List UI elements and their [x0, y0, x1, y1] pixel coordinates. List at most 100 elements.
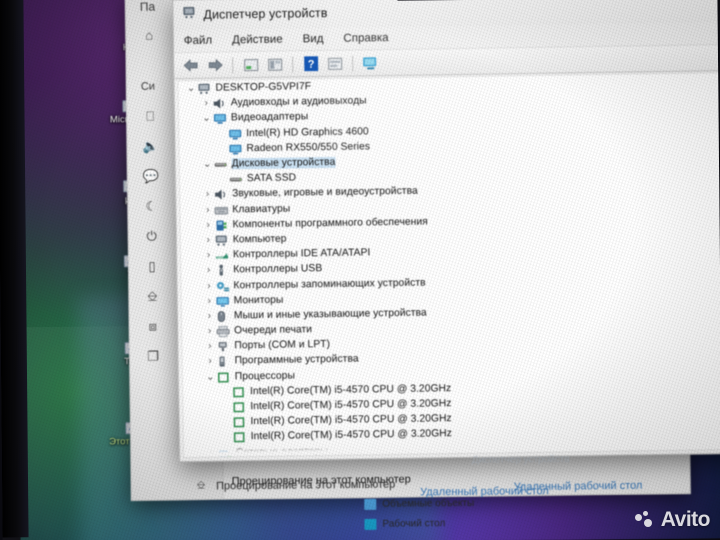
chevron-right-icon[interactable]: ›	[203, 341, 216, 352]
tree-row-label: Компьютер	[232, 233, 287, 246]
projecting-icon: ⎒	[196, 479, 206, 492]
chevron-right-icon[interactable]: ›	[201, 189, 214, 200]
tree-row-label: Аудиовходы и аудиовыходы	[230, 95, 367, 109]
chevron-down-icon[interactable]: ⌄	[184, 83, 197, 94]
chevron-right-icon[interactable]: ›	[202, 280, 215, 291]
battery-icon: ▯	[148, 258, 156, 274]
mouse-icon	[216, 309, 231, 322]
menu-item-view[interactable]: Вид	[303, 33, 324, 45]
tree-row-label: Дисковые устройства	[231, 156, 336, 170]
settings-item-label: Рабочий стол	[382, 518, 446, 530]
device-manager-window[interactable]: Диспетчер устройств Файл Действие Вид Сп…	[172, 0, 720, 463]
device-manager-icon	[181, 5, 196, 25]
tree-row-label: Intel(R) Core(TM) i5-4570 CPU @ 3.20GHz	[250, 428, 453, 443]
computer-icon	[197, 82, 212, 95]
tree-row-label: Intel(R) Core(TM) i5-4570 CPU @ 3.20GHz	[250, 413, 452, 428]
settings-item-desktop[interactable]: Рабочий стол	[364, 518, 445, 530]
software-device-icon	[216, 355, 231, 368]
chevron-down-icon[interactable]: ⌄	[201, 159, 214, 170]
folder-desktop-icon	[364, 518, 377, 530]
scan-hardware-icon[interactable]	[361, 54, 380, 72]
avito-watermark: Avito	[634, 508, 711, 532]
chevron-right-icon[interactable]: ›	[201, 219, 214, 231]
keyboard-icon	[214, 203, 229, 216]
monitor-screen: Корзина Microsoft Edge	[0, 0, 720, 540]
avito-logo-icon	[634, 511, 657, 529]
avito-watermark-text: Avito	[660, 508, 711, 531]
focus-assist-icon: ☾	[145, 198, 158, 214]
menu-item-action[interactable]: Действие	[232, 34, 283, 47]
display-adapter-icon	[228, 127, 243, 140]
processor-icon	[232, 400, 247, 413]
menu-item-file[interactable]: Файл	[184, 35, 212, 47]
tree-row-label: Мониторы	[233, 294, 284, 307]
chevron-right-icon[interactable]: ›	[203, 326, 216, 337]
disk-drive-icon	[214, 157, 229, 170]
sound-icon: 🔈	[142, 138, 159, 154]
update-driver-icon[interactable]	[325, 54, 344, 72]
tree-row-label: Intel(R) HD Graphics 4600	[246, 126, 369, 139]
software-component-icon	[214, 218, 229, 231]
chevron-right-icon[interactable]: ›	[202, 235, 215, 246]
chevron-down-icon[interactable]: ⌄	[200, 113, 213, 124]
menu-item-help[interactable]: Справка	[343, 32, 388, 45]
settings-nav-header: Па	[139, 0, 156, 14]
toolbar-separator	[232, 56, 234, 73]
back-arrow-icon[interactable]	[181, 56, 200, 74]
chevron-down-icon[interactable]: ⌄	[204, 371, 217, 382]
show-hidden-icon[interactable]	[265, 55, 284, 73]
tree-row-label: Порты (COM и LPT)	[234, 339, 331, 352]
settings-projecting-row[interactable]: ⎒ Проецирование на этот компьютер	[192, 478, 396, 493]
processor-icon	[232, 385, 247, 398]
chevron-right-icon[interactable]: ›	[202, 265, 215, 276]
speaker-icon	[213, 97, 228, 110]
chevron-right-icon[interactable]: ›	[201, 204, 214, 215]
multitasking-icon: ⧈	[148, 318, 157, 334]
tree-row-label: Видеоадаптеры	[230, 111, 309, 124]
printer-icon	[216, 325, 231, 338]
tree-row-label: Контроллеры запоминающих устройств	[233, 277, 426, 291]
processor-icon	[232, 415, 247, 428]
forward-arrow-icon[interactable]	[205, 56, 224, 74]
display-adapter-icon	[213, 112, 228, 125]
tree-row-label: Процессоры	[234, 370, 296, 383]
tree-row-label: DESKTOP-G5VPI7F	[215, 81, 312, 94]
chevron-right-icon[interactable]: ›	[204, 356, 217, 367]
home-icon: ⌂	[145, 27, 154, 43]
projecting-icon: ⎒	[147, 288, 158, 304]
display-adapter-icon	[228, 142, 243, 155]
settings-projecting-label: Проецирование на этот компьютер	[216, 478, 396, 492]
settings-remote-desktop-link[interactable]: Удаленный рабочий стол	[420, 485, 549, 498]
chevron-right-icon[interactable]: ›	[203, 311, 216, 322]
port-icon	[216, 340, 231, 353]
usb-controller-icon	[215, 264, 230, 277]
device-tree[interactable]: ⌄ DESKTOP-G5VPI7F › Аудиовходы и аудиовыход…	[177, 72, 720, 459]
processor-icon	[233, 431, 248, 444]
tree-row-label: Звуковые, игровые и видеоустройства	[232, 186, 418, 200]
speaker-icon	[214, 188, 229, 201]
clipboard-icon: ❐	[147, 348, 160, 364]
folder-3d-objects-icon	[364, 498, 377, 510]
help-icon[interactable]: ?	[301, 55, 320, 73]
chevron-right-icon[interactable]: ›	[203, 295, 216, 306]
tree-row-label: Контроллеры IDE ATA/ATAPI	[232, 247, 371, 261]
tree-row-label: Клавиатуры	[232, 203, 291, 215]
processor-icon	[217, 370, 232, 383]
chevron-right-icon[interactable]: ›	[200, 98, 213, 109]
tree-row-label: Intel(R) Core(TM) i5-4570 CPU @ 3.20GHz	[249, 383, 452, 397]
power-icon: ⏻	[146, 228, 157, 244]
tree-row-label: Radeon RX550/550 Series	[246, 141, 371, 155]
toolbar-separator	[292, 55, 294, 72]
chevron-right-icon[interactable]: ›	[202, 250, 215, 261]
monitor-icon	[216, 294, 231, 307]
tree-row-label: Программные устройства	[234, 354, 359, 367]
ide-controller-icon	[215, 249, 230, 262]
tree-row-label: Очереди печати	[234, 324, 313, 337]
settings-item-3d-objects[interactable]: Объемные объекты	[364, 498, 474, 510]
tree-row-label: Intel(R) Core(TM) i5-4570 CPU @ 3.20GHz	[250, 398, 452, 413]
properties-icon[interactable]	[241, 55, 260, 73]
tree-row-label: Компоненты программного обеспечения	[232, 216, 428, 231]
svg-text:?: ?	[307, 59, 314, 71]
tree-row-label: Мыши и иные указывающие устройства	[233, 307, 427, 322]
tree-row-label: Контроллеры USB	[233, 263, 323, 276]
